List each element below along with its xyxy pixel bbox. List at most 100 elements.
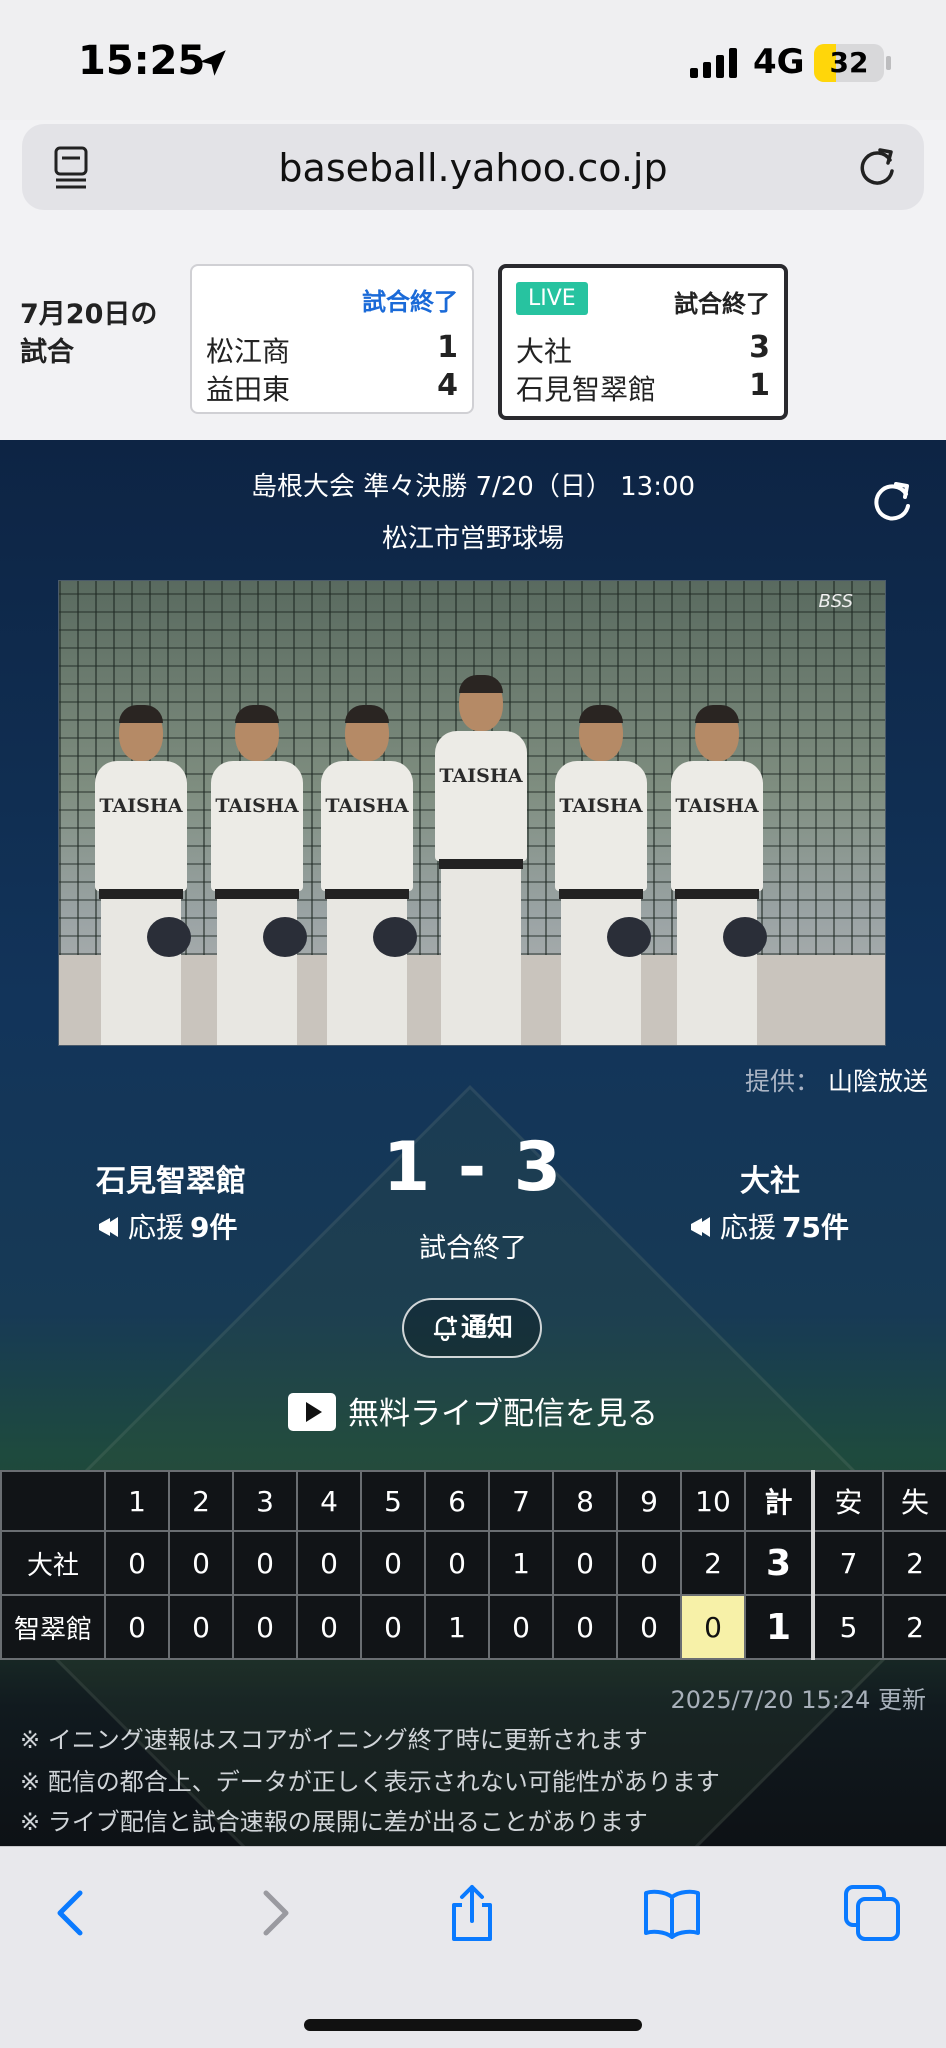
inning-score: 0 [360, 1530, 426, 1596]
row-hits: 7 [812, 1530, 884, 1596]
total-header: 計 [744, 1470, 815, 1532]
uniform-lettering: TAISHA [215, 795, 299, 817]
row-hits: 5 [812, 1594, 884, 1660]
match-score: 1 - 3 [382, 1128, 564, 1207]
uniform-lettering: TAISHA [439, 765, 523, 787]
inning-header: 2 [168, 1470, 234, 1532]
cheer-label: 応援 [720, 1211, 777, 1244]
inning-score: 2 [680, 1530, 746, 1596]
inning-header: 8 [552, 1470, 618, 1532]
team-score: 4 [437, 368, 458, 403]
inning-score: 0 [232, 1530, 298, 1596]
inning-score: 1 [424, 1594, 490, 1660]
team-name: 大社 [516, 335, 573, 368]
network-type: 4G [753, 42, 805, 82]
inning-score: 0 [552, 1594, 618, 1660]
live-stream-label: 無料ライブ配信を見る [348, 1396, 658, 1432]
inning-header: 6 [424, 1470, 490, 1532]
reload-icon[interactable] [854, 144, 900, 190]
credit-label: 提供： [744, 1067, 820, 1096]
inning-score: 0 [168, 1594, 234, 1660]
home-indicator [304, 2019, 642, 2031]
battery-level: 32 [829, 46, 869, 79]
game-status: 試合終了 [362, 288, 458, 316]
scoreboard-row: 智翠館 0 0 0 0 0 1 0 0 0 0 1 5 2 [0, 1594, 946, 1660]
share-icon[interactable] [442, 1883, 502, 1943]
video-credit: 提供： 山陰放送 [745, 1062, 928, 1098]
url-text[interactable]: baseball.yahoo.co.jp [22, 146, 924, 190]
note-text: ※ 配信の都合上、データが正しく表示されない可能性があります [20, 1768, 720, 1796]
team-score: 1 [749, 368, 770, 403]
back-icon[interactable] [42, 1883, 102, 1943]
inning-score-current: 0 [680, 1594, 746, 1660]
video-player[interactable]: BSS TAISHA TAISHA TAISHA TAISHA TAISHA T… [58, 580, 886, 1046]
row-total: 1 [744, 1594, 815, 1660]
inning-header: 1 [104, 1470, 170, 1532]
note-text: ※ ライブ配信と試合速報の展開に差が出ることがあります [20, 1808, 648, 1836]
watch-live-stream-link[interactable]: 無料ライブ配信を見る [0, 1388, 946, 1433]
inning-header: 9 [616, 1470, 682, 1532]
inning-header: 3 [232, 1470, 298, 1532]
status-time: 15:25 [78, 38, 206, 84]
battery-icon: 32 [814, 44, 884, 82]
game-status: 試合終了 [674, 290, 770, 318]
updated-timestamp: 2025/7/20 15:24 更新 [670, 1686, 926, 1714]
inning-score: 1 [488, 1530, 554, 1596]
row-errors: 2 [882, 1530, 946, 1596]
browser-toolbar [0, 1846, 946, 2048]
team-name: 松江商 [206, 335, 291, 368]
inning-header: 7 [488, 1470, 554, 1532]
scoreboard-header: 1 2 3 4 5 6 7 8 9 10 計 安 失 [0, 1470, 946, 1532]
inning-score: 0 [360, 1594, 426, 1660]
credit-name: 山陰放送 [827, 1067, 928, 1096]
row-errors: 2 [882, 1594, 946, 1660]
team-name: 益田東 [206, 373, 291, 406]
row-total: 3 [744, 1530, 815, 1596]
game-card[interactable]: 試合終了 松江商 1 益田東 4 [190, 264, 474, 414]
cheer-count: 75件 [782, 1211, 849, 1244]
inning-score: 0 [296, 1594, 362, 1660]
play-icon [288, 1393, 336, 1431]
player-figure: TAISHA [665, 705, 769, 1045]
note-text: ※ イニング速報はスコアがイニング終了時に更新されます [20, 1726, 648, 1754]
team-name: 石見智翠館 [516, 373, 657, 406]
notify-button[interactable]: 通知 [402, 1298, 542, 1358]
player-figure: TAISHA [315, 705, 419, 1045]
inning-score: 0 [616, 1594, 682, 1660]
header-blank [0, 1470, 106, 1532]
inning-header: 10 [680, 1470, 746, 1532]
status-bar: 15:25 4G 32 [0, 0, 946, 120]
game-card-selected[interactable]: LIVE 試合終了 大社 3 石見智翠館 1 [498, 264, 788, 420]
battery-tip [886, 56, 891, 70]
row-team: 大社 [0, 1530, 106, 1596]
refresh-icon[interactable] [868, 478, 916, 526]
player-figure: TAISHA [429, 675, 533, 1045]
address-bar[interactable]: baseball.yahoo.co.jp [22, 124, 924, 210]
megaphone-icon [691, 1217, 710, 1237]
inning-score: 0 [232, 1594, 298, 1660]
forward-icon[interactable] [244, 1883, 304, 1943]
match-panel: 島根大会 準々決勝 7/20（日） 13:00 松江市営野球場 BSS TAIS… [0, 440, 946, 1848]
team-score: 1 [437, 330, 458, 365]
venue: 松江市営野球場 [381, 524, 564, 554]
inning-score: 0 [424, 1530, 490, 1596]
inning-header: 4 [296, 1470, 362, 1532]
bell-plus-icon [433, 1315, 458, 1341]
player-figure: TAISHA [89, 705, 193, 1045]
player-figure: TAISHA [205, 705, 309, 1045]
inning-header: 5 [360, 1470, 426, 1532]
broadcaster-logo: BSS [818, 591, 853, 612]
team-score: 3 [749, 330, 770, 365]
hits-header: 安 [812, 1470, 884, 1532]
bookmarks-icon[interactable] [642, 1883, 702, 1943]
home-cheer-button[interactable]: 応援 75件 [688, 1206, 849, 1246]
home-team-name: 大社 [740, 1164, 800, 1199]
inning-score: 0 [104, 1594, 170, 1660]
inning-score: 0 [616, 1530, 682, 1596]
inning-score: 0 [104, 1530, 170, 1596]
inning-score: 0 [296, 1530, 362, 1596]
inning-score: 0 [488, 1594, 554, 1660]
tabs-icon[interactable] [842, 1883, 902, 1943]
uniform-lettering: TAISHA [559, 795, 643, 817]
cellular-signal-icon [690, 48, 737, 78]
